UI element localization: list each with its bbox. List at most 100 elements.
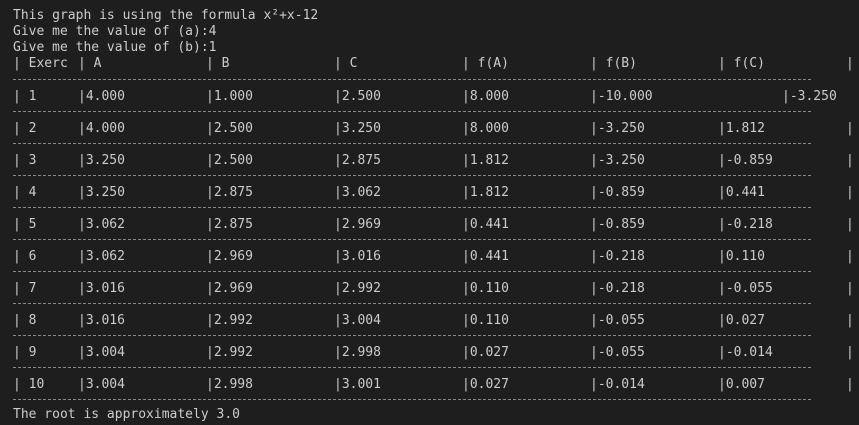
- table-cell: |2.969: [206, 249, 253, 264]
- table-cell: |8.000: [462, 89, 509, 104]
- row-divider: [13, 399, 811, 400]
- table-cell: |3.062: [78, 217, 125, 232]
- table-cell: |3.250: [78, 185, 125, 200]
- table-cell: |3.004: [334, 313, 381, 328]
- table-cell: |0.110: [718, 249, 765, 264]
- input-a-line: Give me the value of (a):4: [13, 24, 217, 39]
- table-cell: |-3.250: [590, 121, 645, 136]
- table-cell: | 5: [13, 217, 37, 232]
- table-cell: |-0.859: [590, 217, 645, 232]
- table-header-cell: | f(A): [462, 56, 509, 71]
- row-divider: [13, 143, 811, 144]
- table-header-cell: | Exerc: [13, 56, 68, 71]
- table-cell: |3.004: [78, 345, 125, 360]
- table-cell: | 2: [13, 121, 37, 136]
- table-cell: |8.000: [462, 121, 509, 136]
- table-cell: |1.812: [718, 121, 765, 136]
- table-cell: |2.992: [206, 313, 253, 328]
- table-cell: | 1: [13, 89, 37, 104]
- table-cell: |3.062: [334, 185, 381, 200]
- table-cell: |0.027: [718, 313, 765, 328]
- table-cell: |: [846, 249, 854, 264]
- table-cell: |1.812: [462, 185, 509, 200]
- table-cell: |-0.859: [590, 185, 645, 200]
- table-cell: |: [846, 281, 854, 296]
- table-cell: |0.441: [462, 217, 509, 232]
- table-cell: |-0.859: [718, 153, 773, 168]
- table-cell: |-3.250: [590, 153, 645, 168]
- table-cell: |0.027: [462, 377, 509, 392]
- table-cell: | 8: [13, 313, 37, 328]
- table-cell: |0.027: [462, 345, 509, 360]
- table-cell: |: [846, 153, 854, 168]
- table-cell: | 10: [13, 377, 45, 392]
- input-b-line: Give me the value of (b):1: [13, 40, 217, 55]
- table-cell: |0.441: [462, 249, 509, 264]
- row-divider: [13, 335, 811, 336]
- table-cell: |-10.000: [590, 89, 653, 104]
- table-cell: |2.998: [334, 345, 381, 360]
- table-cell: | 3: [13, 153, 37, 168]
- table-cell: |2.992: [334, 281, 381, 296]
- table-cell: |-0.055: [590, 345, 645, 360]
- table-cell: |: [846, 217, 854, 232]
- table-cell: |3.016: [78, 313, 125, 328]
- table-cell: |1.812: [462, 153, 509, 168]
- formula-line: This graph is using the formula x²+x-12: [13, 8, 319, 23]
- row-divider: [13, 367, 811, 368]
- table-header-cell: | f(C): [718, 56, 765, 71]
- table-cell: |3.004: [78, 377, 125, 392]
- terminal-window: This graph is using the formula x²+x-12 …: [0, 0, 859, 425]
- table-cell: |2.992: [206, 345, 253, 360]
- table-cell: |: [846, 377, 854, 392]
- table-cell: |-0.218: [590, 281, 645, 296]
- result-line: The root is approximately 3.0: [13, 407, 240, 422]
- table-header-cell: |: [846, 56, 854, 71]
- table-cell: |2.998: [206, 377, 253, 392]
- table-cell: |3.016: [334, 249, 381, 264]
- table-cell: |-0.218: [590, 249, 645, 264]
- table-cell: |: [846, 313, 854, 328]
- table-cell: |-0.055: [590, 313, 645, 328]
- table-cell: |-0.014: [718, 345, 773, 360]
- table-cell: |-0.218: [718, 217, 773, 232]
- table-cell: |3.001: [334, 377, 381, 392]
- table-header-cell: | f(B): [590, 56, 637, 71]
- table-cell: | 9: [13, 345, 37, 360]
- table-cell: |-3.250: [782, 89, 837, 104]
- table-cell: |3.062: [78, 249, 125, 264]
- table-cell: | 6: [13, 249, 37, 264]
- table-cell: |4.000: [78, 89, 125, 104]
- table-cell: |-0.055: [718, 281, 773, 296]
- table-header-cell: | B: [206, 56, 230, 71]
- table-cell: |2.875: [206, 217, 253, 232]
- table-cell: |3.250: [78, 153, 125, 168]
- table-cell: |-0.014: [590, 377, 645, 392]
- table-cell: |: [846, 345, 854, 360]
- table-cell: |3.250: [334, 121, 381, 136]
- row-divider: [13, 111, 811, 112]
- table-cell: |0.110: [462, 313, 509, 328]
- table-cell: |1.000: [206, 89, 253, 104]
- table-cell: |: [846, 121, 854, 136]
- table-cell: |2.875: [206, 185, 253, 200]
- row-divider: [13, 239, 811, 240]
- table-cell: |4.000: [78, 121, 125, 136]
- row-divider: [13, 79, 811, 80]
- table-cell: |2.969: [206, 281, 253, 296]
- table-cell: |2.969: [334, 217, 381, 232]
- table-cell: |0.441: [718, 185, 765, 200]
- table-cell: |0.007: [718, 377, 765, 392]
- table-cell: |: [846, 185, 854, 200]
- table-cell: |2.875: [334, 153, 381, 168]
- table-cell: |2.500: [334, 89, 381, 104]
- table-cell: | 7: [13, 281, 37, 296]
- table-cell: |2.500: [206, 153, 253, 168]
- row-divider: [13, 303, 811, 304]
- row-divider: [13, 207, 811, 208]
- table-header-cell: | C: [334, 56, 358, 71]
- table-cell: |3.016: [78, 281, 125, 296]
- table-header-cell: | A: [78, 56, 102, 71]
- row-divider: [13, 175, 811, 176]
- table-cell: | 4: [13, 185, 37, 200]
